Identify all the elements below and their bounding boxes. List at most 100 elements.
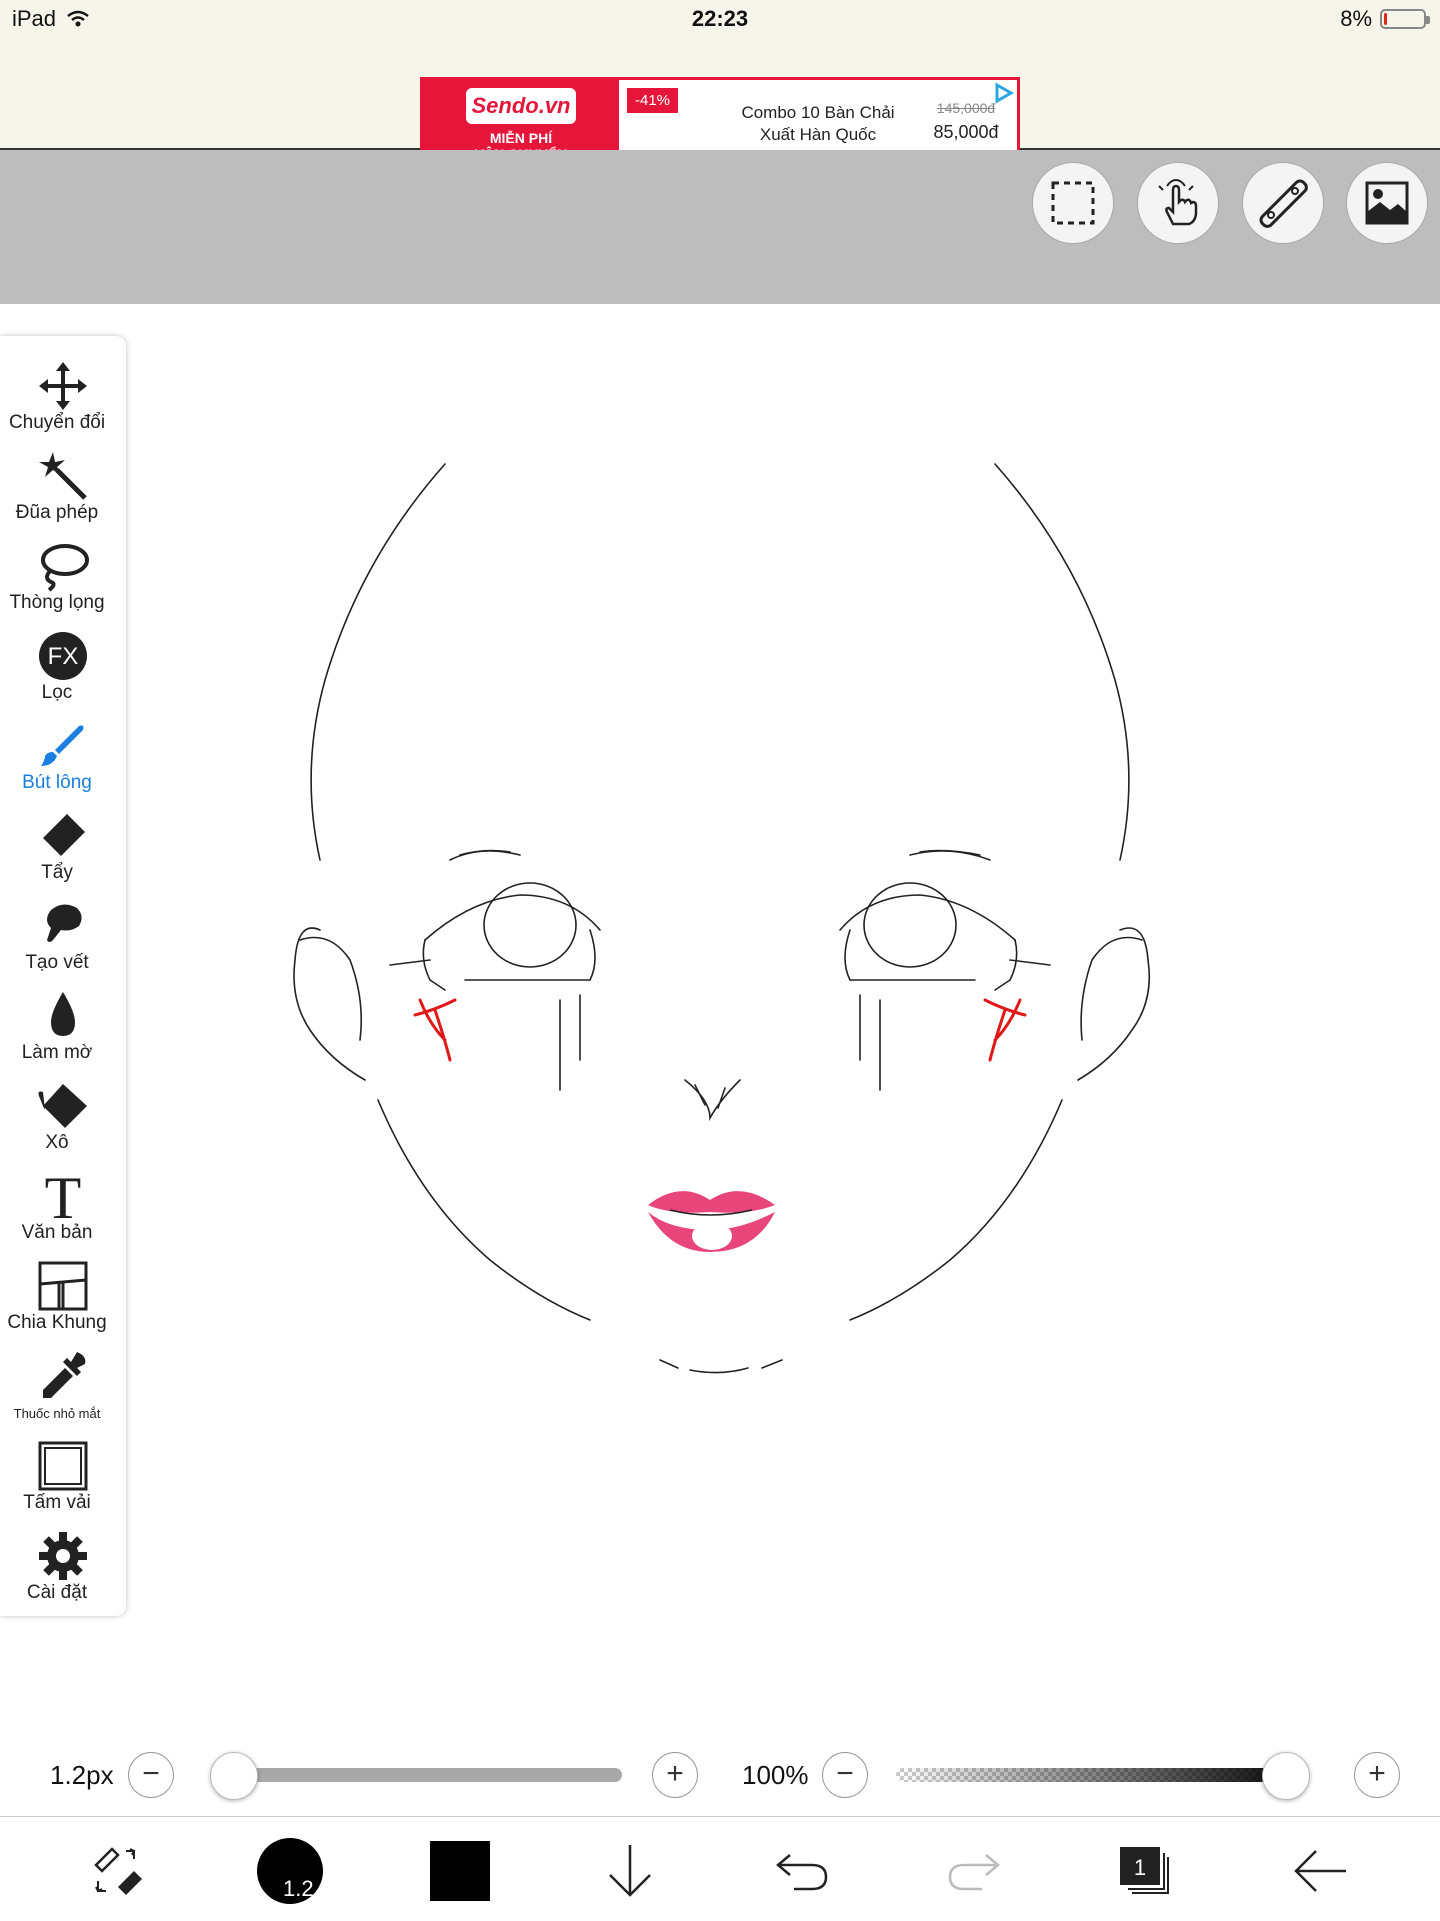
ad-shipping-line1: MIỄN PHÍ [489,130,553,146]
save-download-button[interactable] [588,1829,672,1913]
svg-text:T: T [45,1168,82,1224]
brush-size-slider-thumb[interactable] [210,1752,258,1800]
status-bar: iPad 22:23 8% [0,0,1440,40]
tool-brush[interactable]: Bút lông [0,716,126,804]
smudge-icon [47,904,82,942]
down-arrow-icon [609,1845,651,1897]
tool-eyedropper[interactable]: Thuốc nhỏ mắt [0,1346,126,1434]
hand-gesture-icon [1158,179,1198,226]
face-sketch [293,463,1151,1374]
tool-panel: Chuyển đổi Đũa phép Thòng lọng FX Lọc Bú… [0,336,126,1616]
tool-magic-wand[interactable]: Đũa phép [0,446,126,534]
tool-frame-divider[interactable]: Chia Khung [0,1256,126,1344]
back-button[interactable] [1278,1829,1362,1913]
clock: 22:23 [691,6,749,31]
text-icon: T [45,1168,82,1224]
tool-label: Xô [45,1132,69,1153]
slider-row: 1.2px − + 100% − + [0,1740,1440,1810]
tool-label: Tấm vải [23,1492,91,1513]
tool-lasso[interactable]: Thòng lọng [0,536,126,624]
ruler-button[interactable] [1242,162,1324,244]
image-layer-icon [1365,181,1409,225]
ad-logo: Sendo.vn [466,88,576,124]
layers-button[interactable]: 1 [1104,1829,1188,1913]
blur-drop-icon [51,992,75,1036]
brush-size-button[interactable]: 1.2 [248,1829,332,1913]
hand-gesture-button[interactable] [1137,162,1219,244]
brush-size-decrease-button[interactable]: − [128,1752,174,1798]
tool-label: Chia Khung [7,1312,107,1333]
canvas-icon [38,1441,88,1491]
tool-canvas[interactable]: Tấm vải [0,1436,126,1524]
tool-label: Cài đặt [26,1582,88,1603]
layer-count: 1 [1134,1855,1146,1880]
opacity-decrease-button[interactable]: − [822,1752,868,1798]
eyedropper-icon [43,1352,86,1398]
tool-smudge[interactable]: Tạo vết [0,896,126,984]
undo-button[interactable] [760,1829,844,1913]
magic-wand-icon [39,452,87,500]
tool-eraser[interactable]: Tẩy [0,806,126,894]
drawing-canvas[interactable] [270,440,1170,1400]
redo-button[interactable] [932,1829,1016,1913]
image-layer-button[interactable] [1346,162,1428,244]
tool-bucket[interactable]: Xô [0,1076,126,1164]
swap-brush-eraser-icon [94,1847,142,1895]
lasso-icon [41,544,89,592]
opacity-value: 100% [742,1760,809,1790]
battery-percent: 8% [1340,6,1372,31]
bottom-toolbar: 1.2 1 [0,1816,1440,1921]
opacity-increase-button[interactable]: + [1354,1752,1400,1798]
settings-gear-icon [39,1532,87,1580]
color-picker-button[interactable] [418,1829,502,1913]
tool-label: Tạo vết [25,952,89,973]
tool-label: Thuốc nhỏ mắt [13,1406,101,1421]
opacity-slider-thumb[interactable] [1262,1752,1310,1800]
move-icon [39,362,87,410]
tool-label: Lọc [41,682,73,703]
status-right: 8% [1340,6,1430,32]
current-color-swatch [430,1841,490,1901]
ruler-icon [1259,179,1308,228]
tool-label: Chuyển đổi [8,412,106,433]
back-arrow-icon [1294,1850,1346,1892]
ad-new-price: 85,000đ [933,122,999,142]
brush-icon [41,725,84,766]
brush-preview: 1.2 [257,1838,323,1904]
bucket-icon [38,1084,87,1128]
tool-label: Bút lông [22,772,92,793]
tool-settings[interactable]: Cài đặt [0,1526,126,1614]
brush-size-slider[interactable] [210,1768,622,1782]
ad-product-name: Combo 10 Bàn Chải Xuất Hàn Quốc [703,102,933,146]
opacity-slider[interactable] [896,1768,1308,1782]
frame-divider-icon [38,1261,88,1311]
tool-blur[interactable]: Làm mờ [0,986,126,1074]
eraser-icon [43,814,85,856]
ad-area: Sendo.vn MIỄN PHÍ VẬN CHUYỂN -41% Combo … [0,40,1440,171]
ad-product-line1: Combo 10 Bàn Chải [741,103,895,122]
selection-icon [1051,181,1095,225]
swap-tools-button[interactable] [76,1829,160,1913]
fx-filter-icon: FX [39,632,87,680]
ad-product-line2: Xuất Hàn Quốc [759,125,877,144]
tool-label: Đũa phép [15,502,99,523]
undo-icon [776,1854,828,1891]
adchoices-icon[interactable] [993,82,1015,104]
tool-label: Làm mờ [21,1042,93,1063]
tool-transform[interactable]: Chuyển đổi [0,356,126,444]
selection-button[interactable] [1032,162,1114,244]
layers-icon: 1 [1120,1847,1169,1894]
tool-text[interactable]: T Văn bản [0,1166,126,1254]
redo-icon [948,1854,1000,1891]
tool-label: Thòng lọng [9,592,105,613]
tool-label: Tẩy [41,862,73,883]
brush-size-value: 1.2px [50,1760,114,1790]
tool-filter[interactable]: FX Lọc [0,626,126,714]
brush-size-badge: 1.2 [283,1876,314,1901]
ad-discount-badge: -41% [627,88,679,113]
brush-size-increase-button[interactable]: + [652,1752,698,1798]
battery-icon [1380,9,1430,29]
top-toolbar [0,150,1440,304]
svg-text:FX: FX [48,643,79,670]
tool-label: Văn bản [21,1222,93,1243]
